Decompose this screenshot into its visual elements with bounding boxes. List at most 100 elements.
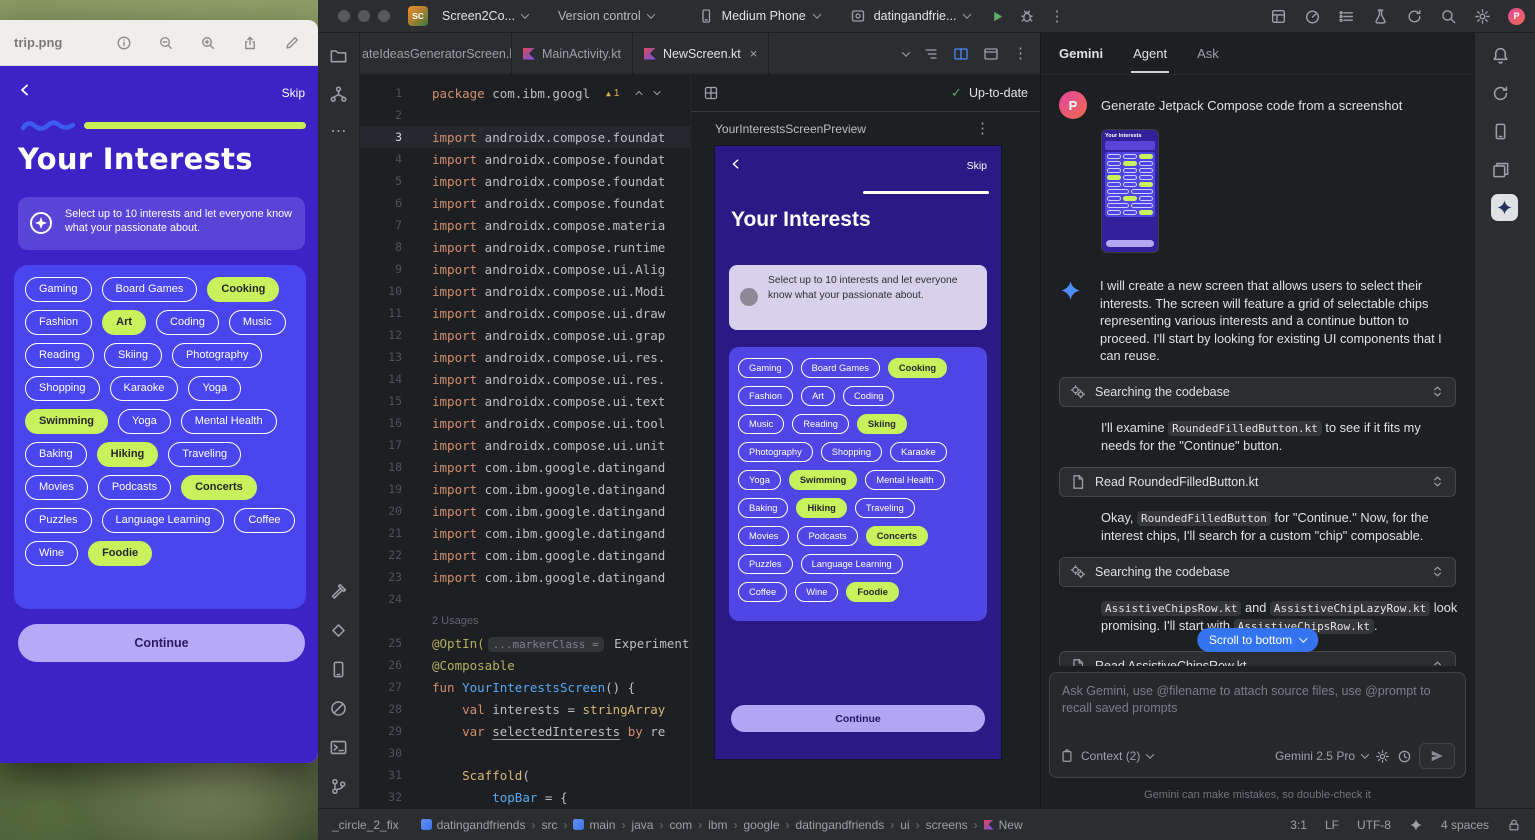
send-button[interactable] (1419, 743, 1455, 769)
interest-chip[interactable]: Puzzles (738, 554, 793, 574)
skip-button[interactable]: Skip (282, 86, 305, 100)
interest-chip[interactable]: Music (229, 310, 286, 335)
interest-chip[interactable]: Yoga (118, 409, 171, 434)
skip-button[interactable]: Skip (967, 160, 987, 172)
breadcrumb-item[interactable]: ibm (708, 818, 727, 832)
interest-chip[interactable]: Concerts (866, 526, 928, 546)
agent-action-read-file[interactable]: Read AssistiveChipsRow.kt (1059, 651, 1456, 666)
close-window-icon[interactable] (338, 10, 350, 22)
tab-agent[interactable]: Agent (1133, 46, 1167, 61)
continue-button[interactable]: Continue (18, 624, 305, 662)
interest-chip[interactable]: Skiing (104, 343, 162, 368)
code-line[interactable]: 24 (360, 588, 690, 610)
interest-chip[interactable]: Shopping (25, 376, 100, 401)
interest-chip[interactable]: Board Games (102, 277, 198, 302)
interest-chip[interactable]: Art (801, 386, 835, 406)
code-line[interactable]: 2 (360, 104, 690, 126)
indent-setting[interactable]: 4 spaces (1441, 818, 1489, 832)
interest-chip[interactable]: Coding (843, 386, 894, 406)
code-line[interactable]: 14import androidx.compose.ui.res. (360, 368, 690, 390)
gemini-input-box[interactable]: Ask Gemini, use @filename to attach sour… (1049, 672, 1466, 778)
code-line[interactable]: 22import com.ibm.google.datingand (360, 544, 690, 566)
interest-chip[interactable]: Coding (156, 310, 219, 335)
zoom-out-icon[interactable] (158, 35, 174, 51)
code-line[interactable]: 25@OptIn(...markerClass = Experiment (360, 632, 690, 654)
run-button[interactable] (990, 9, 1005, 24)
interest-chip[interactable]: Fashion (25, 310, 92, 335)
breadcrumb-item[interactable]: google (743, 818, 779, 832)
interest-chip[interactable]: Concerts (181, 475, 257, 500)
code-line[interactable]: 1package com.ibm.googl▲1 (360, 82, 690, 104)
history-clock-icon[interactable] (1397, 749, 1412, 764)
user-avatar[interactable]: P (1508, 8, 1525, 25)
interest-chip[interactable]: Hiking (97, 442, 159, 467)
next-problem-icon[interactable] (651, 87, 663, 99)
interest-chip[interactable]: Swimming (25, 409, 108, 434)
code-line[interactable]: 26@Composable (360, 654, 690, 676)
preview-options-icon[interactable]: ⋮ (975, 121, 990, 136)
back-icon[interactable] (18, 82, 32, 103)
interest-chip[interactable]: Baking (738, 498, 788, 518)
interest-chip[interactable]: Art (102, 310, 146, 335)
code-line[interactable]: 23import com.ibm.google.datingand (360, 566, 690, 588)
profiler-icon[interactable] (1304, 8, 1321, 25)
interest-chip[interactable]: Traveling (168, 442, 241, 467)
interest-chip[interactable]: Cooking (207, 277, 279, 302)
code-line[interactable]: 27fun YourInterestsScreen() { (360, 676, 690, 698)
git-branch-icon[interactable] (329, 777, 348, 796)
agent-action-search-codebase[interactable]: Searching the codebase (1059, 377, 1456, 407)
interest-chip[interactable]: Music (738, 414, 784, 434)
interest-chip[interactable]: Board Games (801, 358, 880, 378)
gemini-settings-icon[interactable] (1375, 749, 1390, 764)
interest-chip[interactable]: Photography (172, 343, 262, 368)
breadcrumb-item[interactable]: screens (926, 818, 968, 832)
tab-list-chevron-icon[interactable] (902, 48, 910, 56)
search-icon[interactable] (1440, 8, 1457, 25)
interest-chip[interactable]: Reading (792, 414, 849, 434)
run-configuration-selector[interactable]: datingandfrie... (850, 8, 971, 24)
project-tool-icon[interactable] (329, 46, 348, 65)
interest-chip[interactable]: Traveling (855, 498, 915, 518)
code-editor[interactable]: 1package com.ibm.googl▲123import android… (360, 75, 690, 808)
interest-chip[interactable]: Wine (25, 541, 78, 566)
breadcrumb-item[interactable]: datingandfriends (796, 818, 885, 832)
interest-chip[interactable]: Movies (738, 526, 789, 546)
interest-chip[interactable]: Cooking (888, 358, 947, 378)
breadcrumb-item[interactable]: main (573, 818, 615, 832)
code-line[interactable]: 5import androidx.compose.foundat (360, 170, 690, 192)
file-structure-icon[interactable] (923, 46, 939, 62)
build-variants-icon[interactable] (329, 621, 348, 640)
running-devices-icon[interactable] (1491, 122, 1510, 141)
interest-chip[interactable]: Karaoke (890, 442, 947, 462)
code-line[interactable]: 21import com.ibm.google.datingand (360, 522, 690, 544)
editor-more-icon[interactable]: ⋮ (1013, 46, 1028, 61)
project-selector[interactable]: Screen2Co... (442, 9, 528, 23)
debug-button[interactable] (1019, 8, 1035, 24)
interest-chip[interactable]: Yoga (738, 470, 781, 490)
preview-layout-icon[interactable] (703, 85, 719, 101)
caret-position[interactable]: 3:1 (1290, 818, 1307, 832)
vcs-widget[interactable]: Version control (558, 9, 654, 23)
interest-chip[interactable]: Gaming (25, 277, 92, 302)
prev-problem-icon[interactable] (633, 87, 645, 99)
agent-action-search-codebase[interactable]: Searching the codebase (1059, 557, 1456, 587)
code-line[interactable]: 9import androidx.compose.ui.Alig (360, 258, 690, 280)
interest-chip[interactable]: Language Learning (102, 508, 225, 533)
notifications-bell-icon[interactable] (1491, 46, 1510, 65)
interest-chip[interactable]: Foodie (846, 582, 898, 602)
close-icon[interactable]: × (750, 46, 758, 61)
code-line[interactable]: 8import androidx.compose.runtime (360, 236, 690, 258)
breadcrumb-item[interactable]: java (631, 818, 653, 832)
settings-gear-icon[interactable] (1474, 8, 1491, 25)
agent-action-read-file[interactable]: Read RoundedFilledButton.kt (1059, 467, 1456, 497)
editor-window-icon[interactable] (983, 46, 999, 62)
code-line[interactable]: 31 Scaffold( (360, 764, 690, 786)
gemini-chat[interactable]: P Generate Jetpack Compose code from a s… (1041, 75, 1474, 666)
more-tool-windows-icon[interactable]: ⋯ (331, 124, 347, 140)
task-list-icon[interactable] (1338, 8, 1355, 25)
file-encoding[interactable]: UTF-8 (1357, 818, 1391, 832)
breadcrumb-item[interactable]: New (984, 818, 1023, 832)
share-icon[interactable] (242, 35, 258, 51)
layout-inspector-icon[interactable] (1270, 8, 1287, 25)
window-controls[interactable] (338, 10, 390, 22)
